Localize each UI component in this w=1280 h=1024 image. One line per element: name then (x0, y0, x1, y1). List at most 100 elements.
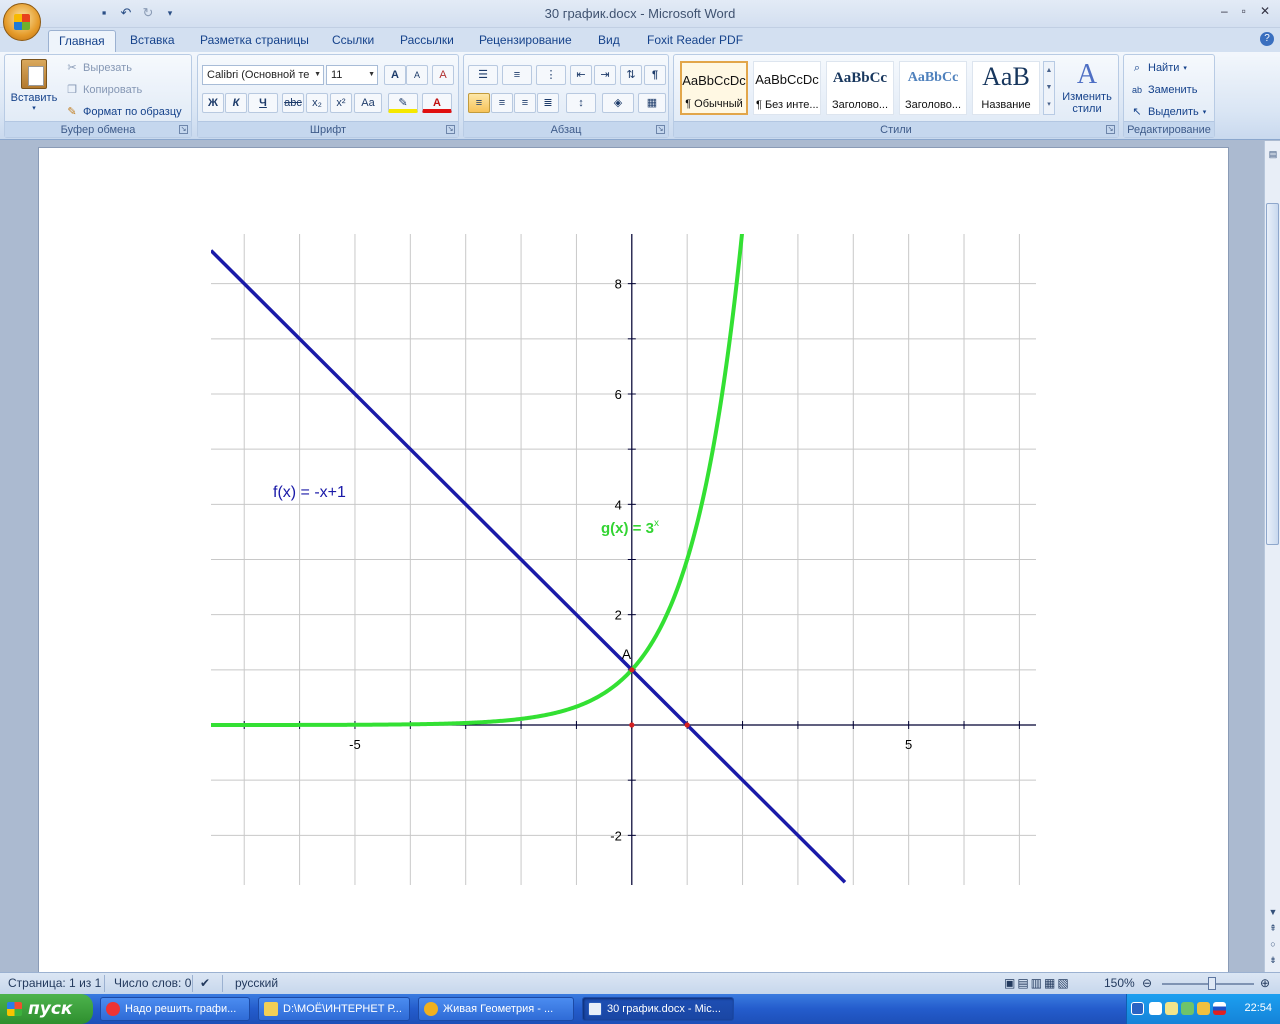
tray-expand-icon[interactable] (1131, 1002, 1144, 1015)
indent-icon: ⇥ (600, 69, 610, 81)
page-indicator[interactable]: Страница: 1 из 1 (8, 976, 101, 990)
align-right-button[interactable]: ≡ (514, 93, 536, 113)
bullets-button[interactable]: ☰ (468, 65, 498, 85)
sort-button[interactable]: ⇅ (620, 65, 642, 85)
dialog-launcher-icon[interactable]: ↘ (1106, 125, 1115, 134)
task-word[interactable]: 30 график.docx - Mic... (582, 997, 734, 1021)
clear-format-button[interactable]: A (432, 65, 454, 85)
browse-object-icon[interactable]: ○ (1267, 939, 1279, 951)
align-center-button[interactable]: ≡ (491, 93, 513, 113)
maximize-button[interactable]: ▫ (1242, 4, 1246, 18)
office-button[interactable] (3, 3, 41, 41)
style-heading-1[interactable]: AaBbCc Заголово... (826, 61, 894, 115)
show-marks-button[interactable]: ¶ (644, 65, 666, 85)
previous-page-icon[interactable]: ⇞ (1267, 923, 1279, 935)
scrollbar-thumb[interactable] (1266, 203, 1279, 545)
format-painter-button[interactable]: ✎ Формат по образцу (65, 105, 181, 119)
y-tick-label: 8 (615, 277, 622, 292)
replace-button[interactable]: ab Заменить (1130, 83, 1197, 97)
highlight-button[interactable]: ✎ (388, 93, 418, 113)
borders-button[interactable]: ▦ (638, 93, 666, 113)
tray-icon[interactable] (1165, 1002, 1178, 1015)
select-button[interactable]: ↖ Выделить ▾ (1130, 105, 1206, 119)
paste-button[interactable]: Вставить ▾ (9, 59, 59, 119)
decrease-indent-button[interactable]: ⇤ (570, 65, 592, 85)
strikethrough-button[interactable]: abc (282, 93, 304, 113)
multilevel-list-button[interactable]: ⋮ (536, 65, 566, 85)
vertical-scrollbar[interactable]: ▤ ▼ ⇞ ○ ⇟ (1264, 141, 1280, 972)
align-left-button[interactable]: ≡ (468, 93, 490, 113)
taskbar: пуск Надо решить графи... D:\МОЁ\ИНТЕРНЕ… (0, 994, 1280, 1024)
tab-insert[interactable]: Вставка (120, 30, 185, 52)
zoom-slider-thumb[interactable] (1208, 977, 1216, 990)
close-button[interactable]: ✕ (1260, 4, 1270, 18)
copy-button[interactable]: ❐ Копировать (65, 83, 142, 97)
cut-button[interactable]: ✂ Вырезать (65, 61, 132, 75)
grow-font-button[interactable]: A (384, 65, 406, 85)
zoom-out-icon[interactable]: ⊖ (1142, 976, 1152, 990)
italic-button[interactable]: К (225, 93, 247, 113)
tab-home[interactable]: Главная (48, 30, 116, 52)
ruler-toggle-icon[interactable]: ▤ (1267, 149, 1279, 161)
zoom-in-icon[interactable]: ⊕ (1260, 976, 1270, 990)
font-name-combo[interactable]: Calibri (Основной те ▼ (202, 65, 324, 85)
tab-references[interactable]: Ссылки (322, 30, 384, 52)
style-name: ¶ Без инте... (756, 99, 818, 111)
tab-review[interactable]: Рецензирование (469, 30, 582, 52)
shading-button[interactable]: ◈ (602, 93, 634, 113)
scroll-down-icon[interactable]: ▼ (1267, 907, 1279, 919)
tab-mailings[interactable]: Рассылки (390, 30, 464, 52)
series (211, 234, 847, 884)
spellcheck-icon[interactable]: ✔ (200, 976, 210, 990)
tray-icon[interactable] (1181, 1002, 1194, 1015)
start-button[interactable]: пуск (0, 994, 93, 1024)
tab-foxit[interactable]: Foxit Reader PDF (637, 30, 753, 52)
bold-button[interactable]: Ж (202, 93, 224, 113)
y-tick-label: 4 (615, 497, 622, 512)
tray-icon[interactable] (1149, 1002, 1162, 1015)
style-normal[interactable]: AaBbCcDc ¶ Обычный (680, 61, 748, 115)
dialog-launcher-icon[interactable]: ↘ (446, 125, 455, 134)
font-size-combo[interactable]: 11 ▼ (326, 65, 378, 85)
next-page-icon[interactable]: ⇟ (1267, 955, 1279, 967)
task-geometry[interactable]: Живая Геометрия - ... (418, 997, 574, 1021)
document-page[interactable]: -5 5 8 6 4 2 -2 A f(x) = -x+1 g(x) = 3x (38, 147, 1229, 972)
underline-button[interactable]: Ч (248, 93, 278, 113)
editing-group-label: Редактирование (1124, 121, 1214, 137)
tab-page-layout[interactable]: Разметка страницы (190, 30, 319, 52)
dialog-launcher-icon[interactable]: ↘ (179, 125, 188, 134)
language-indicator[interactable]: русский (235, 976, 278, 990)
styles-scroll[interactable]: ▲ ▼ ▾ (1043, 61, 1055, 115)
tab-view[interactable]: Вид (588, 30, 630, 52)
style-preview: AaBbCc (907, 70, 959, 85)
paintbrush-icon: ✎ (67, 106, 77, 118)
change-case-button[interactable]: Aa (354, 93, 382, 113)
find-button[interactable]: ⌕ Найти ▾ (1130, 61, 1187, 75)
language-flag-icon[interactable] (1213, 1002, 1226, 1015)
task-explorer[interactable]: D:\МОЁ\ИНТЕРНЕТ Р... (258, 997, 410, 1021)
tray-icon[interactable] (1197, 1002, 1210, 1015)
copy-label: Копировать (83, 84, 143, 96)
style-no-spacing[interactable]: AaBbCcDc ¶ Без инте... (753, 61, 821, 115)
shrink-font-button[interactable]: A (406, 65, 428, 85)
outdent-icon: ⇤ (576, 69, 586, 81)
numbering-button[interactable]: ≡ (502, 65, 532, 85)
minimize-button[interactable]: ‒ (1221, 4, 1228, 18)
change-styles-button[interactable]: A Изменить стили (1058, 59, 1116, 119)
task-browser[interactable]: Надо решить графи... (100, 997, 250, 1021)
style-name: ¶ Обычный (685, 98, 743, 110)
chevron-down-icon: ▼ (368, 71, 375, 78)
font-color-button[interactable]: A (422, 93, 452, 113)
superscript-button[interactable]: x² (330, 93, 352, 113)
line-spacing-button[interactable]: ↕ (566, 93, 596, 113)
word-count[interactable]: Число слов: 0 (114, 976, 191, 990)
help-icon[interactable]: ? (1260, 32, 1274, 46)
subscript-button[interactable]: x₂ (306, 93, 328, 113)
increase-indent-button[interactable]: ⇥ (594, 65, 616, 85)
zoom-level[interactable]: 150% (1104, 976, 1135, 990)
style-heading-2[interactable]: AaBbCc Заголово... (899, 61, 967, 115)
view-buttons[interactable]: ▣▤▥▦▧ (1004, 976, 1071, 990)
justify-button[interactable]: ≣ (537, 93, 559, 113)
style-title[interactable]: AaB Название (972, 61, 1040, 115)
dialog-launcher-icon[interactable]: ↘ (656, 125, 665, 134)
